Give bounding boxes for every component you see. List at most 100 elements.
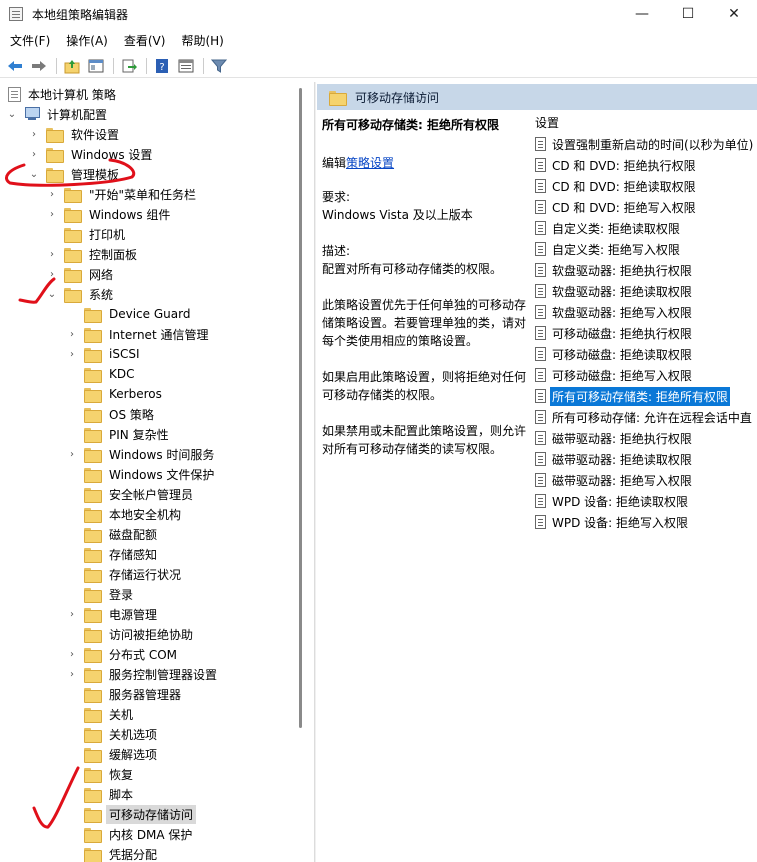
menu-view[interactable]: 查看(V) [116, 30, 174, 52]
setting-row[interactable]: 磁带驱动器: 拒绝执行权限 [535, 428, 694, 448]
chevron-right-icon[interactable]: › [66, 648, 78, 660]
show-hide-tree-button[interactable] [85, 56, 107, 76]
setting-row[interactable]: 自定义类: 拒绝读取权限 [535, 218, 682, 238]
edit-policy-link[interactable]: 策略设置 [346, 156, 394, 170]
forward-button[interactable] [28, 56, 50, 76]
setting-row[interactable]: CD 和 DVD: 拒绝读取权限 [535, 176, 698, 196]
tree-item[interactable]: 内核 DMA 保护 [66, 824, 195, 844]
tree-item[interactable]: 服务器管理器 [66, 684, 184, 704]
setting-row[interactable]: WPD 设备: 拒绝读取权限 [535, 491, 690, 511]
chevron-right-icon[interactable]: › [66, 328, 78, 340]
tree-item[interactable]: 存储运行状况 [66, 564, 184, 584]
setting-row[interactable]: 可移动磁盘: 拒绝写入权限 [535, 365, 694, 385]
export-list-button[interactable] [118, 56, 140, 76]
tree-scrollbar-thumb[interactable] [299, 88, 302, 728]
folder-icon [84, 307, 102, 323]
tree-root[interactable]: 本地计算机 策略 [4, 84, 119, 104]
tree-item[interactable]: OS 策略 [66, 404, 157, 424]
setting-row[interactable]: 磁带驱动器: 拒绝读取权限 [535, 449, 694, 469]
chevron-right-icon[interactable]: › [46, 208, 58, 220]
setting-row[interactable]: CD 和 DVD: 拒绝写入权限 [535, 197, 698, 217]
chevron-right-icon[interactable]: › [46, 188, 58, 200]
help-button[interactable]: ? [151, 56, 173, 76]
tree-item[interactable]: Kerberos [66, 384, 165, 404]
setting-row[interactable]: 软盘驱动器: 拒绝写入权限 [535, 302, 694, 322]
tree-item[interactable]: › Internet 通信管理 [66, 324, 211, 344]
chevron-right-icon[interactable]: › [66, 608, 78, 620]
setting-row[interactable]: 设置强制重新启动的时间(以秒为单位) [535, 134, 755, 154]
filter-button[interactable] [208, 56, 230, 76]
chevron-right-icon[interactable]: › [66, 668, 78, 680]
tree-item[interactable]: 凭据分配 [66, 844, 160, 862]
tree-item[interactable]: 缓解选项 [66, 744, 160, 764]
tree-item[interactable]: 访问被拒绝协助 [66, 624, 196, 644]
up-folder-button[interactable] [61, 56, 83, 76]
menu-action[interactable]: 操作(A) [58, 30, 116, 52]
tree-item[interactable]: › 分布式 COM [66, 644, 180, 664]
settings-list[interactable]: 设置 设置强制重新启动的时间(以秒为单位) CD 和 DVD: 拒绝执行权限 CD … [531, 112, 757, 862]
maximize-button[interactable]: ☐ [665, 0, 711, 28]
tree-item[interactable]: › 软件设置 [28, 124, 122, 144]
tree-item[interactable]: 恢复 [66, 764, 136, 784]
setting-row[interactable]: 所有可移动存储类: 拒绝所有权限 [535, 386, 730, 406]
setting-row[interactable]: 磁带驱动器: 拒绝写入权限 [535, 470, 694, 490]
tree-item[interactable]: › 控制面板 [46, 244, 140, 264]
chevron-right-icon[interactable]: › [66, 448, 78, 460]
tree-item[interactable]: › Windows 时间服务 [66, 444, 217, 464]
tree-item[interactable]: › 网络 [46, 264, 116, 284]
setting-row[interactable]: 自定义类: 拒绝写入权限 [535, 239, 682, 259]
tree-item[interactable]: 登录 [66, 584, 136, 604]
tree-item[interactable]: ⌄ 计算机配置 [6, 104, 110, 124]
setting-row[interactable]: 软盘驱动器: 拒绝执行权限 [535, 260, 694, 280]
tree-item[interactable]: › "开始"菜单和任务栏 [46, 184, 199, 204]
close-button[interactable]: ✕ [711, 0, 757, 28]
chevron-down-icon[interactable]: ⌄ [28, 168, 40, 180]
tree-item[interactable]: 打印机 [46, 224, 128, 244]
menu-file[interactable]: 文件(F) [0, 30, 58, 52]
tree-item[interactable]: KDC [66, 364, 138, 384]
setting-row[interactable]: WPD 设备: 拒绝写入权限 [535, 512, 690, 532]
console-tree[interactable]: 本地计算机 策略 ⌄ 计算机配置 › 软件设置 › Windows 设置 ⌄ 管理模板 › "开始… [0, 82, 312, 862]
tree-item[interactable]: 关机选项 [66, 724, 160, 744]
tree-item[interactable]: Device Guard [66, 304, 193, 324]
tree-item-label: 磁盘配额 [109, 527, 158, 542]
setting-row[interactable]: 可移动磁盘: 拒绝执行权限 [535, 323, 694, 343]
menu-help[interactable]: 帮助(H) [173, 30, 231, 52]
setting-row[interactable]: 可移动磁盘: 拒绝读取权限 [535, 344, 694, 364]
minimize-button[interactable]: — [619, 0, 665, 28]
tree-item[interactable]: › 服务控制管理器设置 [66, 664, 220, 684]
tree-item[interactable]: 本地安全机构 [66, 504, 184, 524]
chevron-down-icon[interactable]: ⌄ [6, 108, 18, 120]
tree-item[interactable]: ⌄ 系统 [46, 284, 116, 304]
chevron-right-icon[interactable]: › [28, 148, 40, 160]
setting-row[interactable]: 软盘驱动器: 拒绝读取权限 [535, 281, 694, 301]
pane-splitter[interactable] [314, 82, 316, 862]
tree-item[interactable]: › 电源管理 [66, 604, 160, 624]
tree-item[interactable]: ⌄ 管理模板 [28, 164, 122, 184]
tree-item-label: 服务控制管理器设置 [109, 667, 218, 682]
chevron-right-icon[interactable]: › [66, 348, 78, 360]
setting-row[interactable]: 所有可移动存储: 允许在远程会话中直 [535, 407, 754, 427]
chevron-down-icon[interactable]: ⌄ [46, 288, 58, 300]
tree-item[interactable]: PIN 复杂性 [66, 424, 172, 444]
folder-icon [84, 787, 102, 803]
tree-item[interactable]: 磁盘配额 [66, 524, 160, 544]
tree-item[interactable]: 可移动存储访问 [66, 804, 197, 824]
setting-row[interactable]: CD 和 DVD: 拒绝执行权限 [535, 155, 698, 175]
properties-button[interactable] [175, 56, 197, 76]
tree-item[interactable]: Windows 文件保护 [66, 464, 217, 484]
tree-item[interactable]: › Windows 设置 [28, 144, 155, 164]
tree-item[interactable]: 安全帐户管理员 [66, 484, 196, 504]
back-button[interactable] [4, 56, 26, 76]
chevron-right-icon[interactable]: › [46, 248, 58, 260]
tree-item[interactable]: › Windows 组件 [46, 204, 173, 224]
tree-item[interactable]: › iSCSI [66, 344, 143, 364]
tree-item[interactable]: 关机 [66, 704, 136, 724]
settings-column-header[interactable]: 设置 [535, 114, 559, 132]
setting-label: CD 和 DVD: 拒绝写入权限 [552, 200, 696, 215]
tree-item[interactable]: 存储感知 [66, 544, 160, 564]
chevron-right-icon[interactable]: › [46, 268, 58, 280]
tree-item[interactable]: 脚本 [66, 784, 136, 804]
chevron-right-icon[interactable]: › [28, 128, 40, 140]
